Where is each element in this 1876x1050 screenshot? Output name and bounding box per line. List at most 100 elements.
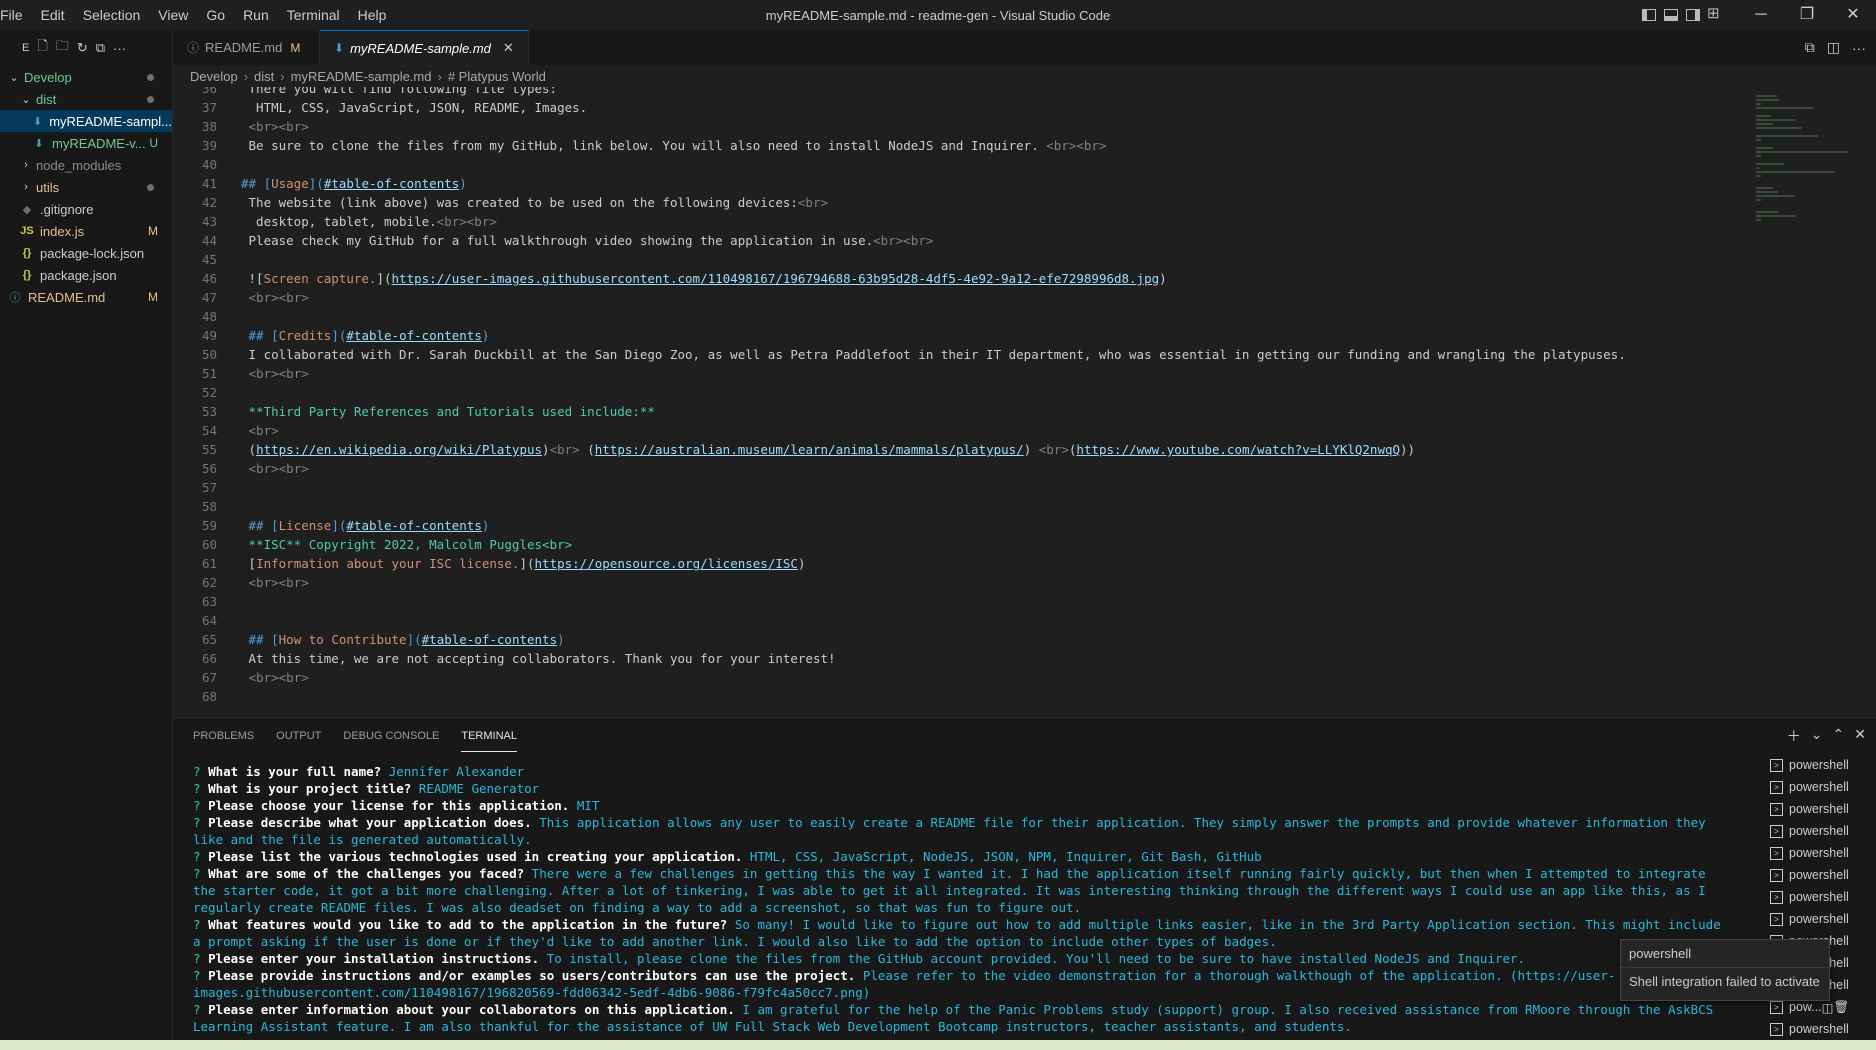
tree-item[interactable]: ◆ .gitignore [0,198,172,220]
line-text: ## [How to Contribute](#table-of-content… [241,632,565,647]
terminal-instance[interactable]: > powershell [1756,864,1876,886]
terminal-output[interactable]: ? What is your full name? Jennifer Alexa… [193,763,1733,1043]
terminal-icon: > [1770,890,1783,904]
tree-item[interactable]: ⌄ Develop [0,66,172,88]
breadcrumb-item[interactable]: dist [254,69,274,84]
terminal-prompt-line: ? Please enter information about your co… [193,1001,1733,1035]
tree-item[interactable]: ⬇ myREADME-v... U [0,132,172,154]
minimize-button[interactable]: ─ [1738,0,1784,30]
panel-tab-output[interactable]: OUTPUT [276,721,321,751]
menu-terminal[interactable]: Terminal [278,0,349,30]
line-number: 65 [201,632,217,647]
terminal-instance[interactable]: > powershell [1756,776,1876,798]
terminal-instance-label: powershell [1789,824,1849,838]
tree-item[interactable]: JS index.js M [0,220,172,242]
prompt-question: Please provide instructions and/or examp… [208,968,856,983]
menu-go[interactable]: Go [197,0,234,30]
open-preview-icon[interactable]: ⧉ [1805,39,1815,56]
chevron-down-icon[interactable]: ⌄ [1811,726,1823,746]
menu-view[interactable]: View [149,0,197,30]
terminal-instance[interactable]: > powershell [1756,1018,1876,1040]
new-folder-icon[interactable]: 🗀 [56,37,69,59]
terminal-instance[interactable]: > powershell [1756,842,1876,864]
json-file-icon: {} [22,269,32,281]
tree-item[interactable]: ⬇ myREADME-sampl... [0,110,172,132]
terminal-instance[interactable]: > powershell [1756,798,1876,820]
breadcrumb-item[interactable]: Develop [190,69,238,84]
more-actions-icon[interactable]: ··· [1852,40,1866,56]
line-text: ## [Credits](#table-of-contents) [241,328,490,343]
terminal-instance[interactable]: > powershell [1756,886,1876,908]
minimap-line [1756,199,1761,201]
line-number: 45 [201,252,217,267]
line-text: There you will find following file types… [241,87,558,96]
line-number: 55 [201,442,217,457]
terminal-icon: > [1770,912,1783,926]
close-window-button[interactable]: ✕ [1830,0,1876,30]
code-editor[interactable]: 36 There you will find following file ty… [173,87,1876,715]
tree-item[interactable]: › node_modules [0,154,172,176]
terminal-instance[interactable]: > powershell [1756,908,1876,930]
minimap-line [1756,163,1784,165]
panel-tab-debug-console[interactable]: DEBUG CONSOLE [343,721,439,751]
menu-run[interactable]: Run [234,0,278,30]
panel-tab-terminal[interactable]: TERMINAL [461,721,517,752]
trash-icon[interactable]: 🗑 [1833,1000,1849,1015]
line-text: <br><br> [248,290,309,305]
menu-help[interactable]: Help [349,0,396,30]
tree-item[interactable]: {} package-lock.json [0,242,172,264]
terminal-prompt-line: ? Please list the various technologies u… [193,848,1733,865]
terminal-instance[interactable]: > powershell [1756,820,1876,842]
prompt-marker: ? [193,815,209,830]
refresh-icon[interactable]: ↻ [77,40,88,56]
breadcrumb-item[interactable]: # Platypus World [448,69,546,84]
new-terminal-icon[interactable]: ＋ [1787,726,1801,746]
line-text: <br><br> [248,461,309,476]
more-actions-icon[interactable]: ··· [113,41,126,56]
split-terminal-icon[interactable]: ◫ [1822,1000,1834,1015]
prompt-question: What is your project title? [208,781,412,796]
editor-scrollbar[interactable] [1862,87,1876,715]
markdown-file-icon: ⬇ [334,41,345,55]
tree-item[interactable]: {} package.json [0,264,172,286]
info-file-icon: ⓘ [9,292,21,304]
breadcrumb-item[interactable]: myREADME-sample.md [291,69,432,84]
tree-item[interactable]: › utils [0,176,172,198]
restore-button[interactable]: ❐ [1784,0,1830,30]
menu-edit[interactable]: Edit [32,0,74,30]
panel-tab-problems[interactable]: PROBLEMS [193,721,254,751]
markdown-file-icon: ⓘ [187,41,200,55]
line-number: 40 [201,157,217,172]
maximize-panel-icon[interactable]: ⌃ [1833,726,1845,746]
toggle-secondary-sidebar-icon[interactable] [1686,9,1700,21]
json-file-icon: {} [22,247,32,259]
minimap-line [1756,135,1818,137]
line-number: 37 [201,100,217,115]
close-panel-icon[interactable]: ✕ [1854,726,1866,746]
tab-readme-md[interactable]: ⓘ README.md M [173,30,320,65]
terminal-instance-label: powershell [1789,912,1849,926]
tab-label: myREADME-sample.md [350,40,491,56]
minimap-line [1756,219,1761,221]
line-number: 67 [201,670,217,685]
minimap[interactable] [1752,87,1862,715]
terminal-instance[interactable]: > powershell [1756,754,1876,776]
terminal-icon: > [1770,780,1783,794]
line-text: ![Screen capture.](https://user-images.g… [241,271,1167,286]
menu-file[interactable]: File [0,0,32,30]
new-file-icon[interactable]: 🗋 [37,37,47,59]
split-editor-icon[interactable]: ◫ [1827,39,1840,56]
menu-selection[interactable]: Selection [74,0,150,30]
tree-item[interactable]: ⓘ README.md M [0,286,172,308]
toggle-primary-sidebar-icon[interactable] [1642,9,1656,21]
collapse-all-icon[interactable]: ⧉ [96,40,105,56]
tree-item[interactable]: ⌄ dist [0,88,172,110]
chevron-right-icon: › [280,68,285,84]
tab-myreadme-sample-md[interactable]: ⬇ myREADME-sample.md ✕ [320,30,529,65]
customize-layout-icon[interactable] [1707,4,1722,22]
close-tab-icon[interactable]: ✕ [503,40,514,56]
line-number: 47 [201,290,217,305]
toggle-panel-icon[interactable] [1664,9,1678,21]
prompt-marker: ? [193,781,209,796]
tree-item-label: package-lock.json [40,245,145,261]
